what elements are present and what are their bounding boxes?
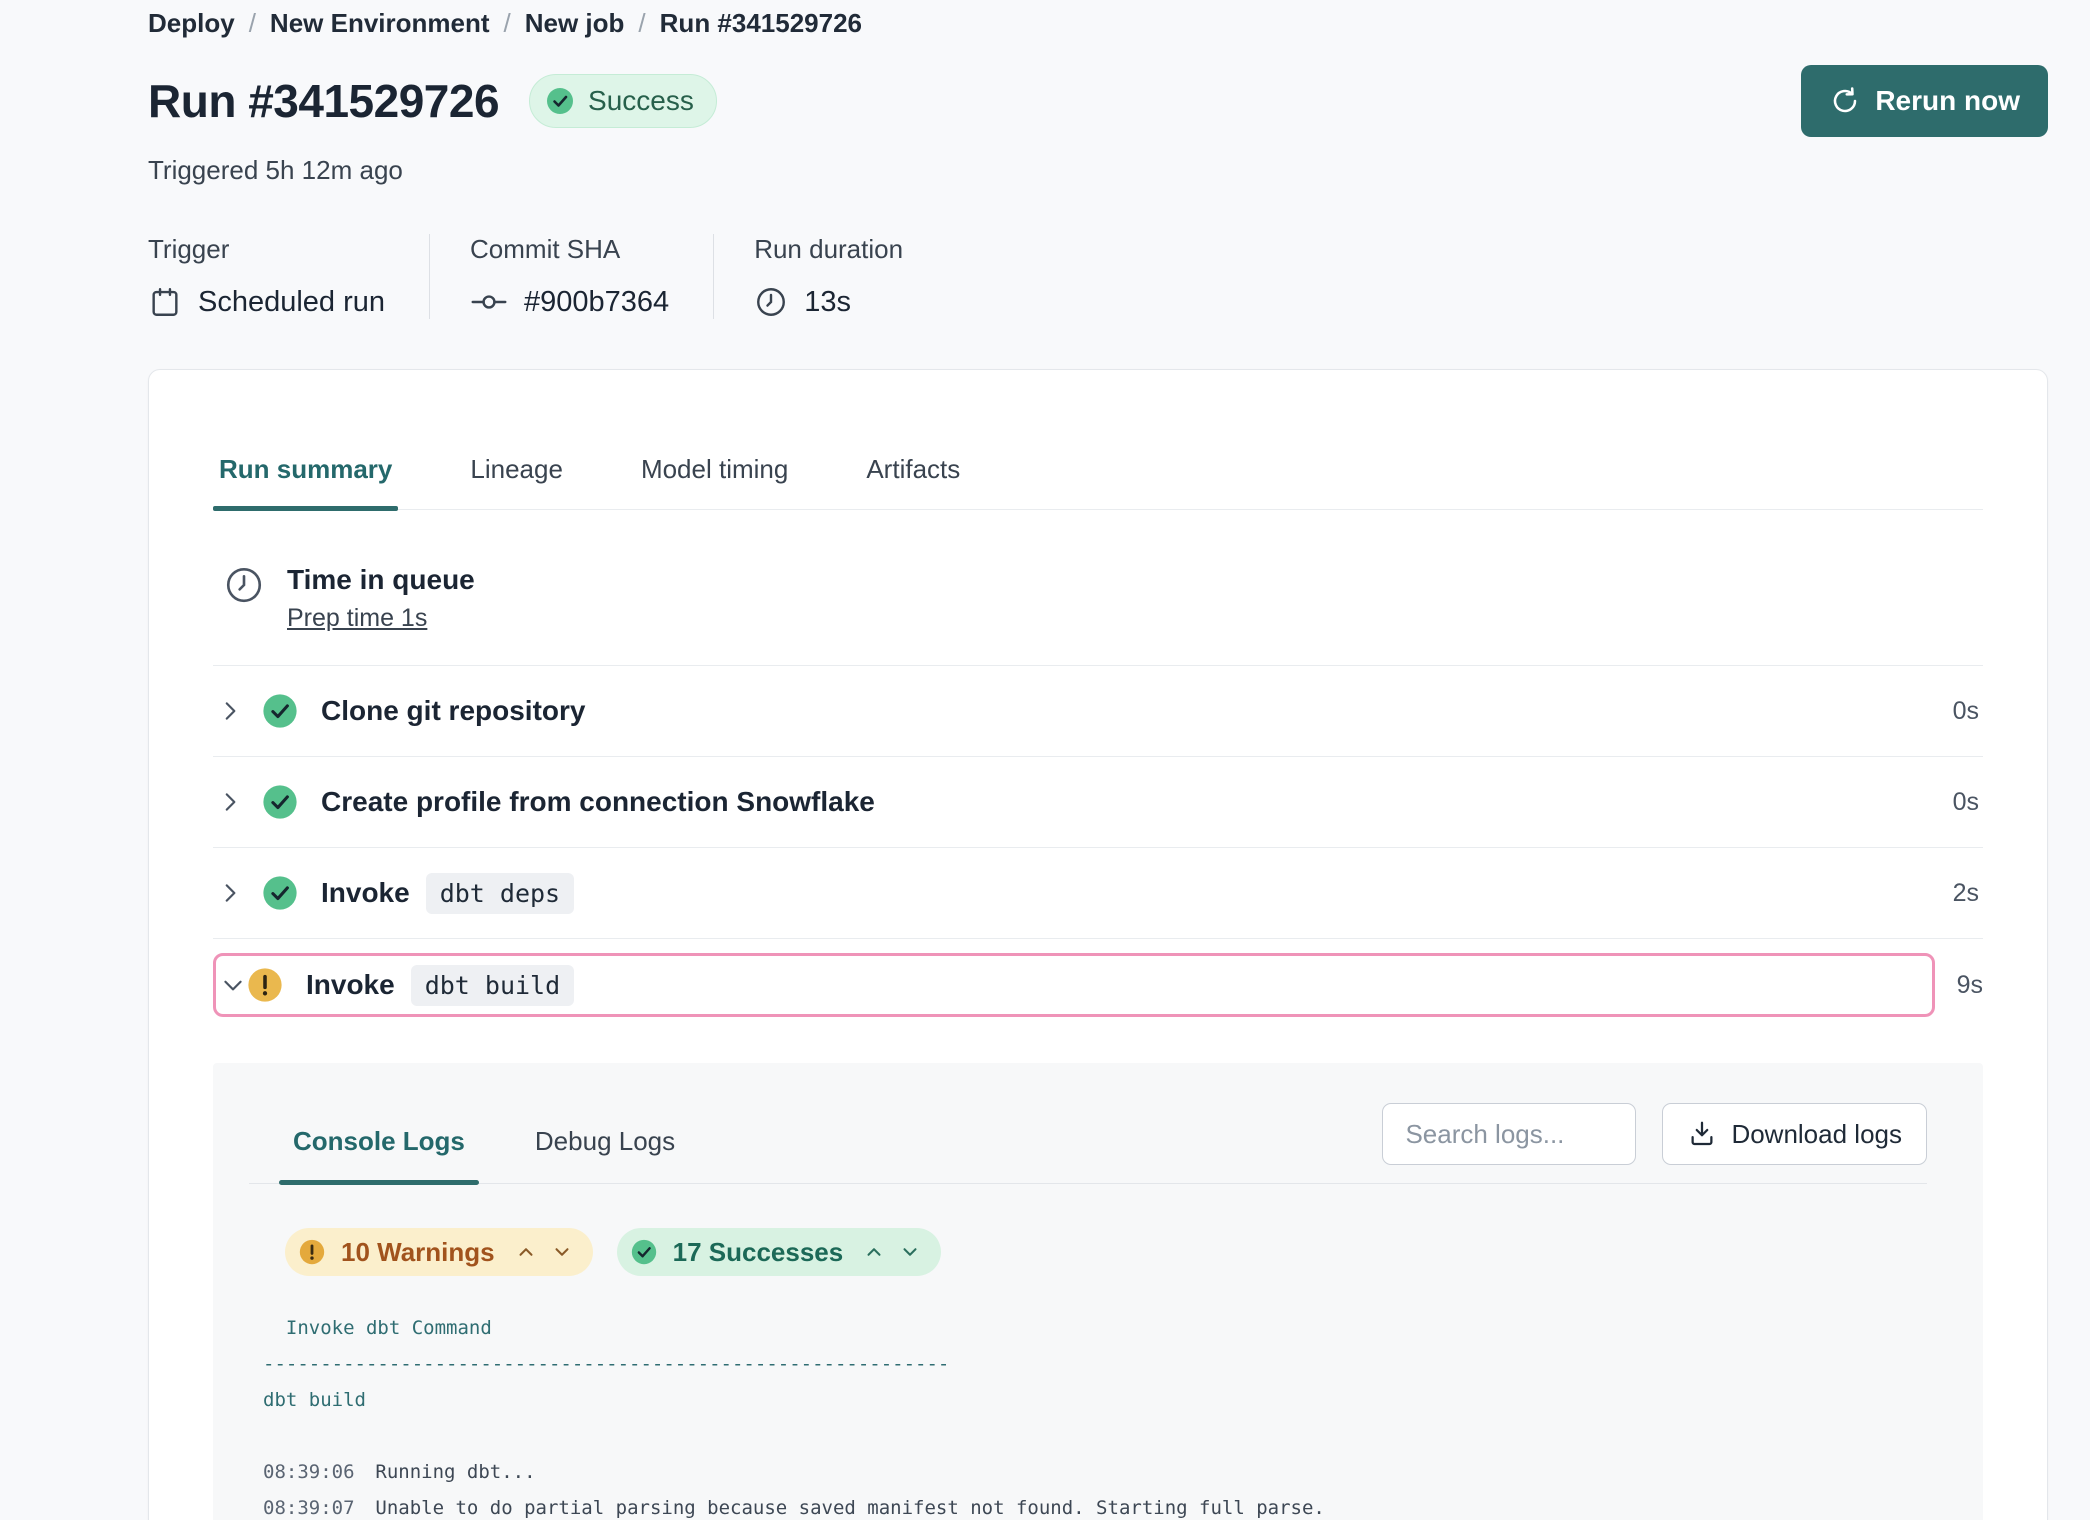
- download-logs-button[interactable]: Download logs: [1662, 1103, 1927, 1165]
- breadcrumb-job[interactable]: New job: [525, 8, 625, 39]
- meta-trigger-label: Trigger: [148, 234, 385, 265]
- step-title: Invoke: [321, 877, 410, 909]
- step-row-dbt-build-wrap: Invoke dbt build 9s: [213, 953, 1983, 1017]
- chevron-down-icon[interactable]: [899, 1241, 921, 1263]
- tab-console-logs[interactable]: Console Logs: [293, 1126, 465, 1183]
- success-check-icon: [261, 783, 299, 821]
- step-duration: 2s: [1953, 879, 1979, 908]
- step-title: Clone git repository: [321, 695, 585, 727]
- chevron-right-icon[interactable]: [217, 789, 261, 815]
- chevron-down-icon[interactable]: [551, 1241, 573, 1263]
- step-row-dbt-deps[interactable]: Invoke dbt deps 2s: [213, 848, 1983, 939]
- log-line-command-header: Invoke dbt Command: [257, 1310, 1927, 1346]
- meta-trigger: Trigger Scheduled run: [148, 234, 429, 319]
- log-message: Running dbt...: [375, 1461, 535, 1483]
- calendar-icon: [148, 285, 182, 319]
- success-check-icon: [544, 85, 576, 117]
- tab-run-summary[interactable]: Run summary: [213, 454, 398, 509]
- success-check-icon: [261, 692, 299, 730]
- chevron-down-icon[interactable]: [220, 972, 246, 998]
- log-message: Unable to do partial parsing because sav…: [375, 1497, 1324, 1519]
- time-in-queue-section: Time in queue Prep time 1s: [213, 564, 1983, 633]
- tab-debug-logs[interactable]: Debug Logs: [535, 1126, 675, 1183]
- log-line-separator: ----------------------------------------…: [257, 1346, 1927, 1382]
- log-panel: Console Logs Debug Logs Download logs: [213, 1063, 1983, 1520]
- tab-artifacts[interactable]: Artifacts: [860, 454, 966, 509]
- log-header: Console Logs Debug Logs Download logs: [249, 1103, 1927, 1184]
- breadcrumb-separator: /: [249, 8, 256, 39]
- step-row-create-profile[interactable]: Create profile from connection Snowflake…: [213, 757, 1983, 848]
- breadcrumb-separator: /: [504, 8, 511, 39]
- log-line: 08:39:06 Running dbt...: [257, 1454, 1927, 1490]
- download-logs-label: Download logs: [1731, 1119, 1902, 1150]
- step-title: Create profile from connection Snowflake: [321, 786, 875, 818]
- step-command-chip: dbt build: [411, 965, 574, 1006]
- status-badge: Success: [529, 74, 717, 128]
- log-line: 08:39:07 Unable to do partial parsing bec…: [257, 1490, 1927, 1520]
- rerun-now-button[interactable]: Rerun now: [1801, 65, 2048, 137]
- log-timestamp: 08:39:06: [263, 1461, 355, 1483]
- step-title: Invoke: [306, 969, 395, 1001]
- meta-commit-value: #900b7364: [524, 286, 669, 319]
- run-detail-page: Deploy / New Environment / New job / Run…: [0, 0, 2090, 1520]
- meta-duration-value: 13s: [804, 286, 851, 319]
- download-icon: [1687, 1119, 1717, 1149]
- console-log-output: Invoke dbt Command ---------------------…: [249, 1310, 1927, 1520]
- warnings-pill-label: 10 Warnings: [341, 1237, 495, 1268]
- page-title: Run #341529726: [148, 74, 499, 128]
- chevron-up-icon[interactable]: [515, 1241, 537, 1263]
- meta-trigger-value: Scheduled run: [198, 286, 385, 319]
- step-duration: 9s: [1957, 971, 1983, 1000]
- step-row-clone-git[interactable]: Clone git repository 0s: [213, 666, 1983, 757]
- chevron-up-icon[interactable]: [863, 1241, 885, 1263]
- step-row-dbt-build[interactable]: Invoke dbt build: [213, 953, 1935, 1017]
- rerun-now-label: Rerun now: [1875, 85, 2020, 117]
- warning-icon: [297, 1237, 327, 1267]
- log-line-blank: [257, 1418, 1927, 1454]
- time-in-queue-title: Time in queue: [287, 564, 475, 596]
- warnings-pill[interactable]: 10 Warnings: [285, 1228, 593, 1276]
- chevron-right-icon[interactable]: [217, 880, 261, 906]
- meta-duration-label: Run duration: [754, 234, 903, 265]
- successes-pill[interactable]: 17 Successes: [617, 1228, 942, 1276]
- warning-icon: [246, 966, 284, 1004]
- queue-clock-icon: [223, 564, 265, 606]
- clock-icon: [754, 285, 788, 319]
- run-meta-row: Trigger Scheduled run Commit SHA #900b73…: [148, 234, 2048, 319]
- step-duration: 0s: [1953, 788, 1979, 817]
- success-check-icon: [629, 1237, 659, 1267]
- triggered-timestamp: Triggered 5h 12m ago: [148, 155, 2048, 186]
- meta-duration: Run duration 13s: [713, 234, 947, 319]
- breadcrumb: Deploy / New Environment / New job / Run…: [148, 6, 2048, 39]
- refresh-icon: [1829, 85, 1861, 117]
- breadcrumb-separator: /: [638, 8, 645, 39]
- prep-time-link[interactable]: Prep time 1s: [287, 604, 475, 633]
- breadcrumb-environment[interactable]: New Environment: [270, 8, 490, 39]
- status-badge-label: Success: [588, 85, 694, 117]
- tab-lineage[interactable]: Lineage: [464, 454, 569, 509]
- breadcrumb-deploy[interactable]: Deploy: [148, 8, 235, 39]
- run-summary-card: Run summary Lineage Model timing Artifac…: [148, 369, 2048, 1520]
- search-logs-input[interactable]: [1382, 1103, 1636, 1165]
- breadcrumb-run: Run #341529726: [660, 8, 862, 39]
- success-check-icon: [261, 874, 299, 912]
- commit-icon: [470, 285, 508, 319]
- meta-commit: Commit SHA #900b7364: [429, 234, 713, 319]
- meta-commit-label: Commit SHA: [470, 234, 669, 265]
- step-command-chip: dbt deps: [426, 873, 574, 914]
- step-duration: 0s: [1953, 697, 1979, 726]
- chevron-right-icon[interactable]: [217, 698, 261, 724]
- tab-model-timing[interactable]: Model timing: [635, 454, 794, 509]
- log-filter-pills: 10 Warnings 17 Successes: [249, 1228, 1927, 1276]
- header-row: Run #341529726 Success Rerun now: [148, 65, 2048, 137]
- tab-bar: Run summary Lineage Model timing Artifac…: [213, 454, 1983, 510]
- log-timestamp: 08:39:07: [263, 1497, 355, 1519]
- log-line-command: dbt build: [257, 1382, 1927, 1418]
- successes-pill-label: 17 Successes: [673, 1237, 844, 1268]
